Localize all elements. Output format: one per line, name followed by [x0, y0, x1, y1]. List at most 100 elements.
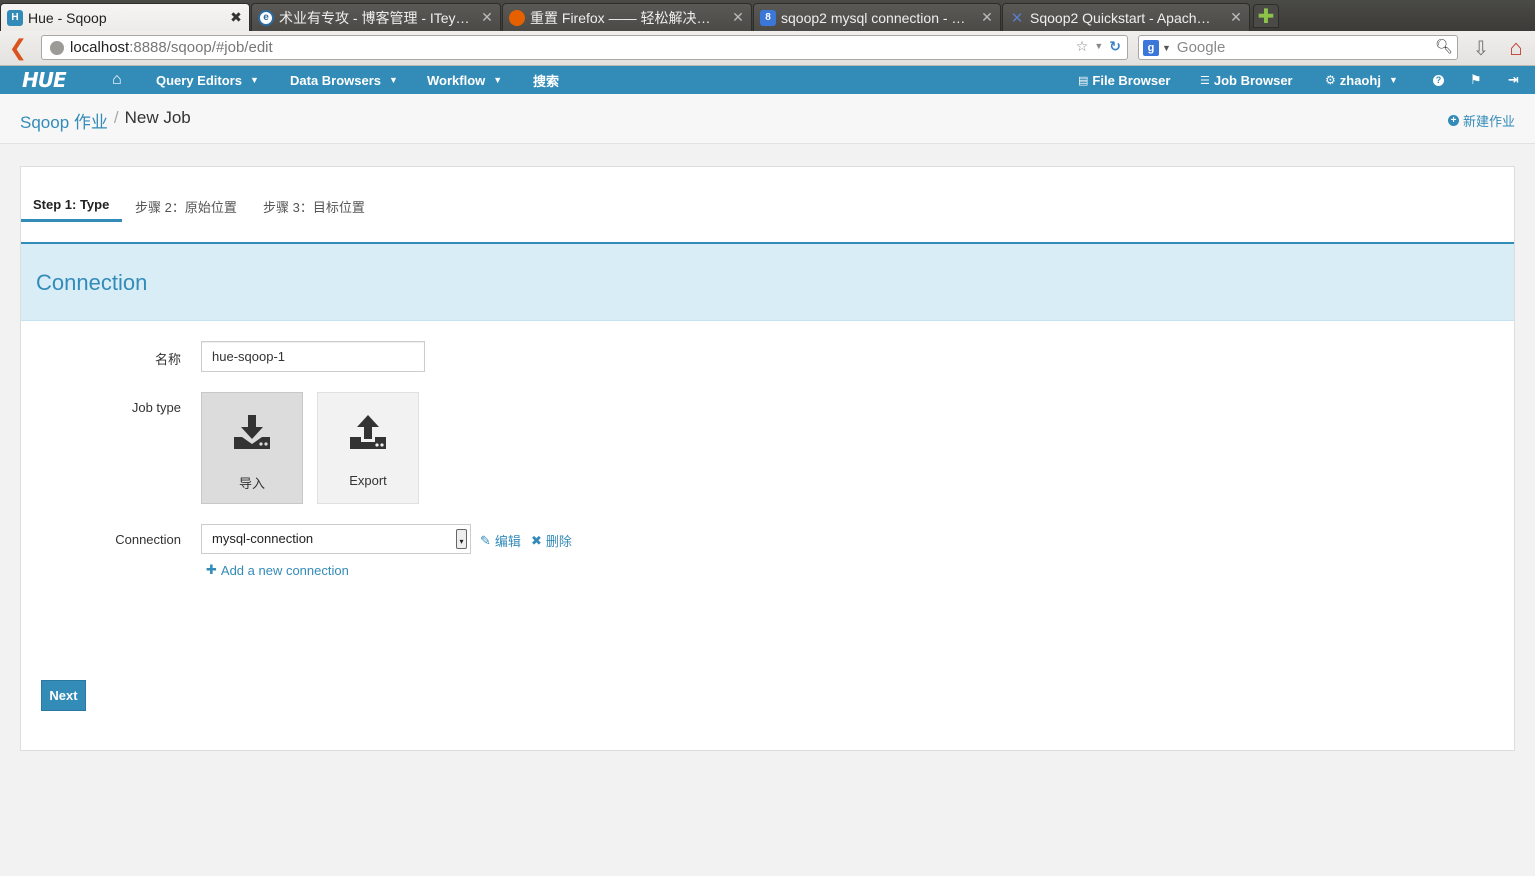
download-icon[interactable]: ⇩: [1470, 36, 1492, 60]
url-path: :8888/sqoop/#job/edit: [129, 39, 273, 56]
nav-file-browser[interactable]: ▤ File Browser: [1078, 66, 1170, 94]
plus-circle-icon: +: [1447, 115, 1459, 126]
list-icon: ☰: [1200, 74, 1210, 87]
name-label: 名称: [154, 352, 181, 367]
nav-label: File Browser: [1092, 72, 1171, 88]
breadcrumb-separator: /: [113, 108, 119, 127]
browser-tab-hue[interactable]: H Hue - Sqoop ✖: [0, 3, 250, 31]
home-icon[interactable]: ⌂: [1503, 35, 1529, 61]
tab-title: Hue - Sqoop: [28, 9, 107, 26]
step-type[interactable]: Step 1: Type: [33, 197, 109, 212]
nav-label: Job Browser: [1213, 72, 1293, 88]
job-wizard-card: Step 1: Type 步骤 2：原始位置 步骤 3：目标位置 Connect…: [20, 166, 1515, 751]
search-bar[interactable]: g ▼ Google 🔍︎: [1138, 35, 1458, 60]
flag-icon[interactable]: ⚑: [1470, 66, 1482, 94]
google-favicon-icon: 8: [760, 9, 776, 26]
breadcrumb: Sqoop 作业 / New Job: [20, 108, 191, 133]
close-tab-icon[interactable]: ✕: [480, 9, 494, 26]
breadcrumb-sqoop-jobs[interactable]: Sqoop 作业: [20, 108, 108, 133]
firefox-favicon-icon: [509, 9, 525, 26]
chevron-down-icon[interactable]: ▼: [1162, 43, 1171, 53]
reload-icon[interactable]: ↻: [1109, 38, 1121, 55]
site-identity-icon[interactable]: [50, 40, 64, 55]
export-icon: [350, 415, 386, 449]
browser-tab-iteye[interactable]: e 术业有专攻 - 博客管理 - ITey… ✕: [251, 3, 501, 31]
add-connection-link[interactable]: ✚ Add a new connection: [206, 562, 349, 578]
url-dropdown-icon[interactable]: ▼: [1094, 38, 1103, 55]
connection-selected-value: mysql-connection: [212, 531, 314, 546]
tab-title: 重置 Firefox —— 轻松解决…: [530, 9, 711, 26]
chevron-down-icon: ▼: [493, 75, 503, 85]
connection-select[interactable]: mysql-connection ▾: [201, 524, 471, 554]
url-host: localhost: [70, 39, 130, 56]
job-type-export-label: Export: [349, 473, 387, 488]
job-type-import-label: 导入: [238, 476, 265, 491]
browser-tab-firefox[interactable]: 重置 Firefox —— 轻松解决… ✕: [502, 3, 752, 31]
chevron-down-icon: ▼: [1388, 75, 1398, 85]
edit-connection-link[interactable]: ✎ 编辑: [480, 531, 521, 550]
tab-title: Sqoop2 Quickstart - Apach…: [1030, 9, 1211, 26]
hue-navbar: HUE ⌂ Query Editors ▼ Data Browsers ▼ Work…: [0, 66, 1535, 94]
back-arrow-icon[interactable]: ❮: [6, 35, 30, 61]
add-connection-label: Add a new connection: [220, 562, 349, 578]
step-source[interactable]: 步骤 2：原始位置: [135, 197, 237, 216]
page-title: New Job: [124, 108, 191, 127]
nav-job-browser[interactable]: ☰ Job Browser: [1200, 66, 1293, 94]
chevron-down-icon[interactable]: ▾: [456, 529, 467, 549]
plus-icon: ✚: [206, 562, 217, 577]
nav-label: 搜索: [533, 73, 560, 89]
close-tab-icon[interactable]: ✕: [980, 9, 994, 26]
gears-icon: ⚙: [1325, 73, 1336, 87]
file-icon: ▤: [1078, 74, 1089, 87]
browser-tab-strip: H Hue - Sqoop ✖ e 术业有专攻 - 博客管理 - ITey… ✕…: [0, 0, 1535, 31]
wizard-steps: Step 1: Type 步骤 2：原始位置 步骤 3：目标位置: [21, 167, 1514, 244]
new-job-button[interactable]: + 新建作业: [1447, 111, 1515, 130]
home-icon[interactable]: ⌂: [112, 66, 122, 94]
nav-query-editors[interactable]: Query Editors ▼: [156, 66, 259, 94]
active-step-indicator: [21, 219, 122, 222]
job-type-export[interactable]: Export: [317, 392, 419, 504]
job-type-import[interactable]: 导入: [201, 392, 303, 504]
search-icon[interactable]: 🔍︎: [1435, 38, 1453, 55]
nav-label: zhaohj: [1339, 72, 1381, 88]
nav-user-menu[interactable]: ⚙ zhaohj ▼: [1325, 66, 1398, 94]
delete-label: 删除: [545, 534, 572, 549]
browser-tab-apache[interactable]: ✕ Sqoop2 Quickstart - Apach… ✕: [1002, 3, 1250, 31]
nav-search[interactable]: 搜索: [533, 66, 559, 94]
page-header: Sqoop 作业 / New Job + 新建作业: [0, 94, 1535, 144]
chevron-down-icon: ▼: [249, 75, 259, 85]
nav-data-browsers[interactable]: Data Browsers ▼: [290, 66, 398, 94]
import-icon: [234, 415, 270, 449]
connection-label: Connection: [115, 532, 181, 547]
new-job-label: 新建作业: [1462, 114, 1515, 129]
search-input[interactable]: Google: [1177, 39, 1225, 56]
step-destination[interactable]: 步骤 3：目标位置: [263, 197, 365, 216]
next-button[interactable]: Next: [41, 680, 86, 711]
close-tab-icon[interactable]: ✕: [1229, 9, 1243, 26]
close-icon: ✖: [531, 532, 542, 548]
iteye-favicon-icon: e: [258, 9, 274, 26]
close-tab-icon[interactable]: ✖: [229, 9, 243, 26]
nav-label: Data Browsers: [290, 72, 382, 88]
nav-label: Workflow: [427, 72, 486, 88]
hue-favicon-icon: H: [7, 9, 23, 26]
delete-connection-link[interactable]: ✖ 删除: [531, 531, 572, 550]
browser-tab-google[interactable]: 8 sqoop2 mysql connection - … ✕: [753, 3, 1001, 31]
browser-navbar: ❮ localhost:8888/sqoop/#job/edit ☆ ▼ ↻ g…: [0, 31, 1535, 66]
job-name-input[interactable]: hue-sqoop-1: [201, 341, 425, 372]
apache-favicon-icon: ✕: [1010, 9, 1024, 27]
logout-icon[interactable]: ⇥: [1508, 66, 1519, 94]
bookmark-star-icon[interactable]: ☆: [1076, 38, 1089, 55]
nav-workflow[interactable]: Workflow ▼: [427, 66, 502, 94]
url-bar[interactable]: localhost:8888/sqoop/#job/edit ☆ ▼ ↻: [41, 35, 1128, 60]
hue-logo[interactable]: HUE: [22, 66, 67, 94]
help-icon[interactable]: ?: [1433, 66, 1444, 94]
job-type-label: Job type: [131, 400, 181, 415]
close-tab-icon[interactable]: ✕: [731, 9, 745, 26]
new-tab-button[interactable]: ✚: [1253, 4, 1279, 28]
section-title: Connection: [36, 270, 148, 295]
search-engine-icon[interactable]: g: [1143, 39, 1159, 56]
chevron-down-icon: ▼: [389, 75, 398, 85]
tab-title: sqoop2 mysql connection - …: [781, 9, 966, 26]
edit-label: 编辑: [494, 534, 521, 549]
